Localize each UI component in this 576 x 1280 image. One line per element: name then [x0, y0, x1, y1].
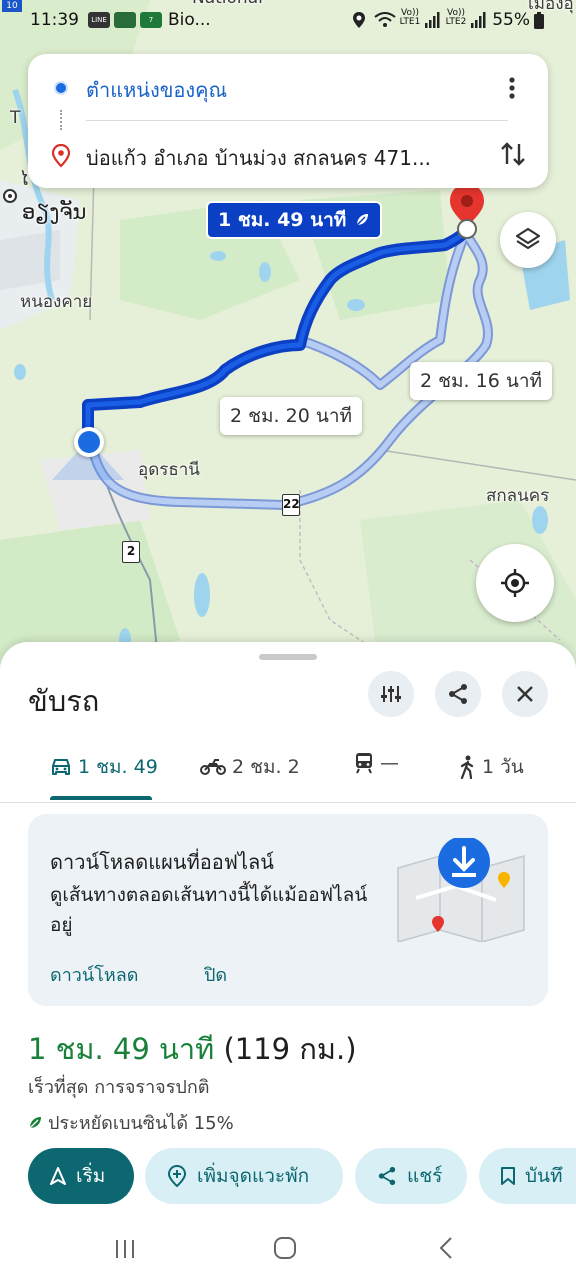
start-label: เริ่ม: [76, 1165, 106, 1187]
highway-2-shield: 2: [122, 541, 140, 563]
signal-1-icon: [424, 12, 440, 33]
destination-pin-small-icon: [51, 143, 71, 172]
location-status-icon: [352, 11, 366, 34]
summary-traffic-note: เร็วที่สุด การจราจรปกติ: [28, 1077, 210, 1098]
status-bio-text: Bio...: [168, 10, 211, 30]
more-options-icon[interactable]: [508, 76, 516, 104]
close-icon: [516, 685, 534, 703]
map-label-nongkhai: หนองคาย: [20, 292, 93, 312]
my-location-button[interactable]: [476, 544, 554, 622]
drag-handle[interactable]: [259, 654, 317, 660]
origin-field[interactable]: ตำแหน่งของคุณ: [86, 74, 227, 106]
destination-field[interactable]: บ่อแก้ว อำเภอ บ้านม่วง สกลนคร 471...: [86, 142, 431, 174]
route-tag-fastest[interactable]: 1 ชม. 49 นาที: [206, 201, 383, 239]
close-button[interactable]: [502, 671, 548, 717]
route-options-button[interactable]: [368, 671, 414, 717]
travel-mode-tabs: 1 ชม. 49 2 ชม. 2 — 1 วัน: [0, 738, 576, 800]
line-app-icon: LINE: [88, 12, 110, 28]
map-label-t: T: [10, 108, 21, 128]
transit-icon: [354, 752, 374, 774]
motorcycle-icon: [200, 758, 226, 776]
map-label-sakon: สกลนคร: [486, 486, 550, 506]
corner-badge: 10: [2, 0, 22, 12]
map-label-udon: อุดรธานี: [138, 460, 200, 480]
add-location-icon: [167, 1165, 187, 1187]
start-navigation-button[interactable]: เริ่ม: [28, 1148, 134, 1204]
active-tab-indicator: [50, 796, 152, 800]
fuel-saving-row: ประหยัดเบนซินได้ 15%: [28, 1108, 234, 1137]
tab-motorcycle-label: 2 ชม. 2: [232, 756, 300, 778]
recent-apps-icon[interactable]: [114, 1238, 136, 1264]
battery-icon: [534, 12, 544, 34]
swap-direction-icon[interactable]: [500, 140, 526, 172]
home-icon[interactable]: [273, 1236, 297, 1264]
share-chip-button[interactable]: แชร์: [355, 1148, 467, 1204]
offline-card-title: ดาวน์โหลดแผนที่ออฟไลน์: [50, 850, 274, 874]
back-icon[interactable]: [438, 1236, 454, 1264]
walk-icon: [458, 755, 476, 779]
directions-search-card: ตำแหน่งของคุณ บ่อแก้ว อำเภอ บ้านม่วง สกล…: [28, 54, 548, 188]
tune-icon: [380, 684, 402, 704]
status-bar: 10 11:39 LINE 7 Bio... Vo)) LTE1 Vo)) LT…: [0, 0, 576, 40]
system-nav-bar: [0, 1222, 576, 1280]
save-chip-label: บันทึ: [525, 1165, 563, 1187]
wifi-icon: [374, 12, 396, 33]
current-location-marker[interactable]: [74, 427, 104, 457]
route-tag-alt-1[interactable]: 2 ชม. 16 นาที: [410, 362, 553, 400]
eco-leaf-small-icon: [28, 1116, 42, 1130]
navigation-arrow-icon: [50, 1167, 66, 1185]
map-label-vientiane: ອຽງຈັນ: [22, 200, 87, 224]
tab-walk-label: 1 วัน: [482, 756, 524, 778]
offline-card-desc: ดูเส้นทางตลอดเส้นทางนี้ได้แม้ออฟไลน์อยู่: [50, 884, 368, 936]
battery-percent: 55%: [492, 10, 530, 30]
sim2-label: Vo)) LTE2: [445, 8, 467, 27]
route-tag-alt-2[interactable]: 2 ชม. 20 นาที: [220, 397, 363, 435]
tab-motorcycle[interactable]: 2 ชม. 2: [200, 752, 300, 782]
bookmark-icon: [501, 1167, 515, 1185]
layers-button[interactable]: [500, 212, 556, 268]
tab-transit[interactable]: —: [354, 752, 399, 774]
crosshair-icon: [499, 567, 531, 599]
status-time: 11:39: [30, 10, 79, 30]
map-view[interactable]: National T ອຽງຈັນ ໄ หนองคาย อุดรธานี สกล…: [0, 0, 576, 680]
save-chip-button[interactable]: บันทึ: [479, 1148, 576, 1204]
seven-eleven-icon: 7: [140, 12, 162, 28]
signal-2-icon: [470, 12, 486, 33]
directions-sheet: ขับรถ 1 ชม. 49 2 ชม. 2 — 1 วัน ดาวน์โหลด…: [0, 642, 576, 1280]
sheet-title: ขับรถ: [28, 684, 100, 718]
offline-map-illustration-icon: [396, 836, 526, 946]
download-offline-link[interactable]: ดาวน์โหลด: [50, 960, 138, 989]
map-label-l-edge: ໄ: [20, 170, 29, 190]
offline-map-card: ดาวน์โหลดแผนที่ออฟไลน์ ดูเส้นทางตลอดเส้น…: [28, 814, 548, 1006]
route-tag-fastest-label: 1 ชม. 49 นาที: [218, 209, 347, 231]
fuel-saving-text: ประหยัดเบนซินได้ 15%: [48, 1113, 234, 1134]
eco-leaf-icon: [354, 212, 370, 228]
summary-duration: 1 ชม. 49 นาที: [28, 1032, 215, 1066]
share-chip-label: แชร์: [407, 1165, 443, 1187]
summary-distance: (119 กม.): [223, 1032, 357, 1066]
route-dots-icon: [60, 110, 62, 130]
destination-pin-icon[interactable]: [446, 182, 488, 242]
layers-icon: [514, 226, 542, 254]
highway-22-shield: 22: [282, 494, 300, 516]
tab-drive-label: 1 ชม. 49: [78, 756, 158, 778]
route-summary-time: 1 ชม. 49 นาที (119 กม.): [28, 1026, 357, 1072]
tabs-divider: [0, 802, 576, 803]
share-icon: [447, 683, 469, 705]
add-stop-label: เพิ่มจุดแวะพัก: [197, 1165, 310, 1187]
tab-transit-label: —: [380, 752, 399, 774]
share-chip-icon: [377, 1166, 397, 1186]
search-divider: [86, 120, 508, 121]
sim1-label: Vo)) LTE1: [399, 8, 421, 27]
dismiss-offline-link[interactable]: ปิด: [204, 960, 227, 989]
tab-drive[interactable]: 1 ชม. 49: [50, 752, 158, 782]
share-route-button[interactable]: [435, 671, 481, 717]
car-icon: [50, 757, 72, 777]
tab-walk[interactable]: 1 วัน: [458, 752, 524, 782]
app-icon: [114, 12, 136, 28]
add-stop-button[interactable]: เพิ่มจุดแวะพัก: [145, 1148, 343, 1204]
origin-dot-icon: [54, 81, 68, 95]
